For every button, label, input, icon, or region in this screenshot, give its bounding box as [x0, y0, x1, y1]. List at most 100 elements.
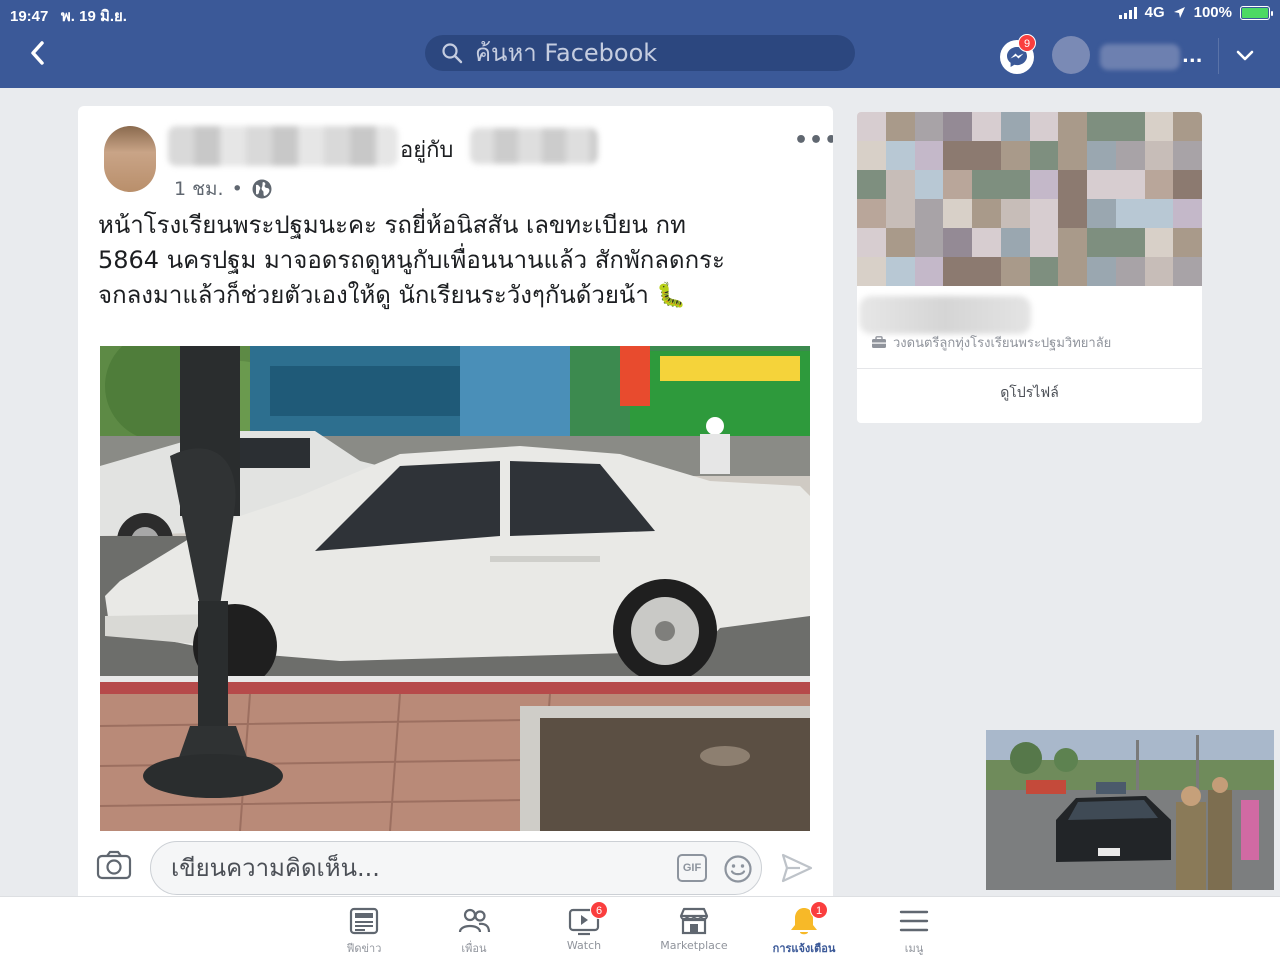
cover-pixel: [1087, 257, 1116, 286]
cover-pixel: [1173, 228, 1202, 257]
cover-pixel: [885, 170, 915, 199]
comment-bar: GIF: [78, 831, 833, 906]
cover-pixel: [1087, 199, 1116, 228]
news-feed-icon: [349, 907, 379, 935]
cover-pixel: [914, 257, 944, 286]
user-name-ellipsis: ...: [1182, 46, 1203, 67]
cover-pixel: [1173, 199, 1202, 228]
cover-pixel: [972, 199, 1001, 228]
cover-pixel: [885, 257, 915, 286]
location-arrow-icon: [1173, 7, 1185, 18]
cover-pixel: [885, 141, 915, 170]
cover-pixel: [1058, 112, 1087, 141]
tab-label: Watch: [566, 939, 602, 952]
cover-pixel: [1058, 170, 1087, 199]
cover-pixel: [1115, 199, 1145, 228]
post-meta: 1 ชม. •: [174, 174, 273, 204]
tab-label: ฟีดข่าว: [346, 942, 382, 955]
cover-pixel: [885, 112, 915, 141]
tab-menu[interactable]: เมนู: [864, 905, 964, 957]
camera-icon[interactable]: [96, 849, 132, 881]
tab-notifications[interactable]: 1 การแจ้งเตือน: [754, 901, 854, 957]
cover-pixel: [1087, 228, 1116, 257]
watch-badge: 6: [590, 901, 608, 919]
gif-button[interactable]: GIF: [677, 854, 707, 882]
cover-pixel: [857, 112, 886, 141]
cover-pixel: [1115, 141, 1145, 170]
cover-pixel: [885, 199, 915, 228]
chevron-down-icon: [1236, 50, 1254, 61]
cover-pixel: [1000, 112, 1030, 141]
tab-news-feed[interactable]: ฟีดข่าว: [314, 905, 414, 957]
cover-pixel: [914, 170, 944, 199]
post-photo[interactable]: [100, 346, 810, 831]
chevron-left-icon: [31, 41, 44, 65]
tab-label: Marketplace: [660, 939, 728, 952]
cover-pixel: [972, 170, 1001, 199]
user-name-blurred: [1100, 44, 1180, 70]
floating-video-player[interactable]: [986, 730, 1274, 890]
post-tagged-name-blurred[interactable]: [470, 128, 598, 164]
cover-pixel: [1058, 228, 1087, 257]
cover-pixel: [1087, 170, 1116, 199]
marketplace-icon: [679, 907, 709, 935]
messenger-button[interactable]: 9: [1000, 34, 1036, 74]
battery-icon: [1240, 5, 1273, 20]
car-street-photo: [100, 346, 810, 831]
status-time: 19:47: [10, 8, 49, 25]
cover-pixel: [1029, 141, 1059, 170]
cover-pixel: [943, 199, 972, 228]
cover-pixel: [972, 228, 1001, 257]
cover-pixel: [1144, 257, 1174, 286]
profile-work-info: วงดนตรีลูกทุ่งโรงเรียนพระปฐมวิทยาลัย: [871, 332, 1111, 353]
cover-pixel: [943, 112, 972, 141]
emoji-icon[interactable]: [723, 854, 753, 884]
cover-pixel: [914, 228, 944, 257]
send-icon[interactable]: [780, 851, 814, 885]
post-card: อยู่กับ 1 ชม. • ••• หน้าโรงเรียนพระปฐมนะ…: [78, 106, 833, 906]
divider: [857, 368, 1202, 369]
cover-pixel: [972, 141, 1001, 170]
messenger-badge: 9: [1018, 34, 1036, 52]
cover-pixel: [857, 141, 886, 170]
cover-pixel: [1000, 228, 1030, 257]
view-profile-button[interactable]: ดูโปรไฟล์: [857, 382, 1202, 404]
menu-icon: [899, 910, 929, 932]
cover-pixel: [857, 228, 886, 257]
cover-pixel: [914, 199, 944, 228]
profile-name-blurred: [859, 296, 1031, 334]
post-options-button[interactable]: •••: [794, 128, 833, 153]
cover-pixel: [914, 141, 944, 170]
post-text-line: หน้าโรงเรียนพระปฐมนะคะ รถยี่ห้อนิสสัน เล…: [98, 211, 686, 239]
tab-watch[interactable]: 6 Watch: [534, 901, 634, 952]
post-with-label: อยู่กับ: [400, 138, 454, 163]
search-bar[interactable]: [425, 35, 855, 71]
post-author-avatar[interactable]: [104, 126, 156, 192]
user-avatar[interactable]: [1052, 36, 1090, 74]
tab-marketplace[interactable]: Marketplace: [644, 905, 744, 952]
cover-pixel: [1144, 112, 1174, 141]
post-time[interactable]: 1 ชม.: [174, 174, 224, 204]
comment-input[interactable]: [171, 854, 651, 882]
search-input[interactable]: [475, 39, 835, 67]
post-text: หน้าโรงเรียนพระปฐมนะคะ รถยี่ห้อนิสสัน เล…: [98, 208, 818, 313]
tab-friends[interactable]: เพื่อน: [424, 905, 524, 957]
cover-pixel: [857, 199, 886, 228]
cover-pixel: [1144, 228, 1174, 257]
traffic-police-video-frame: [986, 730, 1274, 890]
cover-pixel: [972, 257, 1001, 286]
back-button[interactable]: [26, 38, 56, 74]
comment-field[interactable]: GIF: [150, 841, 762, 895]
cover-pixel: [1115, 228, 1145, 257]
search-icon: [442, 43, 463, 64]
cover-pixel: [943, 141, 972, 170]
cover-pixel: [1058, 199, 1087, 228]
cover-pixel: [1000, 199, 1030, 228]
post-author-name-blurred[interactable]: [168, 126, 398, 166]
cover-pixel: [1173, 257, 1202, 286]
cover-pixel: [1173, 141, 1202, 170]
cover-pixel: [1058, 257, 1087, 286]
cover-pixel: [1000, 170, 1030, 199]
cover-pixel: [972, 112, 1001, 141]
account-menu-button[interactable]: [1234, 46, 1256, 66]
